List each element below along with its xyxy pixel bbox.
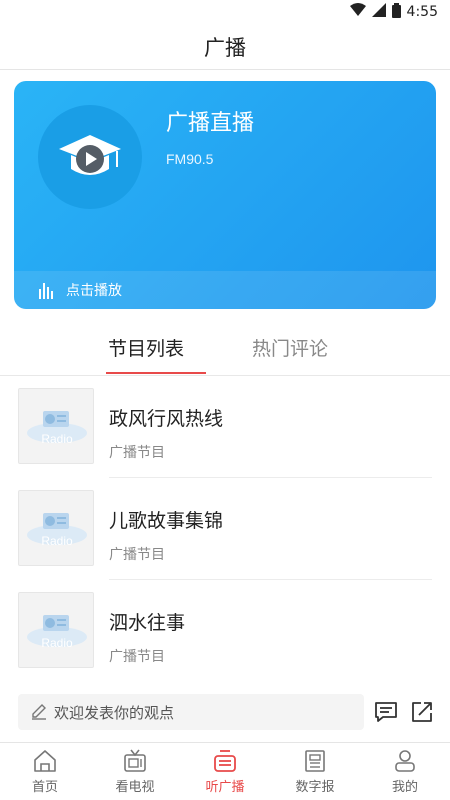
nav-label: 数字报 [295,780,335,795]
program-thumbnail: Radio [18,592,94,668]
nav-radio[interactable]: 听广播 [180,743,270,800]
page-title: 广播 [204,35,246,60]
comment-input[interactable]: 欢迎发表你的观点 [18,694,364,730]
radio-placeholder-icon: Radio [27,411,87,446]
play-label: 点击播放 [66,283,122,299]
comment-actions [374,700,434,728]
radio-placeholder-icon: Radio [27,615,87,650]
nav-label: 首页 [31,780,58,795]
program-title: 泗水往事 [109,612,186,634]
program-thumbnail: Radio [18,388,94,464]
live-title: 广播直播 [166,111,255,136]
station-logo [38,105,142,209]
program-list: Radio 政风行风热线 广播节目 Radio 儿歌故事集锦 广播节目 Radi… [0,386,450,692]
tv-icon [124,749,146,772]
graduation-cap-play-icon [59,135,121,175]
program-subtitle: 广播节目 [109,649,165,665]
list-item[interactable]: Radio 泗水往事 广播节目 [0,590,450,692]
radio-icon [214,750,236,772]
nav-label: 看电视 [115,780,155,795]
program-title: 政风行风热线 [109,408,224,430]
program-subtitle: 广播节目 [109,547,165,563]
signal-icon [371,3,386,21]
nav-home[interactable]: 首页 [0,743,90,800]
nav-tv[interactable]: 看电视 [90,743,180,800]
nav-profile[interactable]: 我的 [360,743,450,800]
status-time: 4:55 [406,4,438,20]
tab-bar: 节目列表 热门评论 [0,322,450,376]
comment-placeholder: 欢迎发表你的观点 [54,703,175,722]
wifi-icon [349,3,366,21]
active-tab-indicator [106,372,206,374]
pencil-icon [32,704,46,720]
list-item[interactable]: Radio 儿歌故事集锦 广播节目 [0,488,450,590]
divider [109,477,432,478]
share-button[interactable] [410,700,434,728]
battery-icon [391,2,401,22]
nav-label: 我的 [391,780,418,795]
live-frequency: FM90.5 [166,151,214,167]
bottom-nav: 首页 看电视 听广播 数字报 我的 [0,742,450,800]
live-radio-card[interactable]: 广播直播 FM90.5 点击播放 [14,81,436,309]
home-icon [34,750,56,772]
radio-placeholder-icon: Radio [27,513,87,548]
newspaper-icon [305,750,325,772]
audio-bars-icon [39,283,53,299]
divider [109,579,432,580]
thumb-text: Radio [41,432,73,446]
tab-program-list[interactable]: 节目列表 [108,334,184,361]
thumb-text: Radio [41,636,73,650]
program-title: 儿歌故事集锦 [109,510,224,532]
thumb-text: Radio [41,534,73,548]
list-item[interactable]: Radio 政风行风热线 广播节目 [0,386,450,488]
user-icon [395,750,415,772]
chat-icon [375,702,397,722]
nav-label: 听广播 [205,780,245,795]
status-bar: 4:55 [0,0,450,24]
comments-button[interactable] [374,700,398,728]
page-header: 广播 [0,24,450,70]
program-subtitle: 广播节目 [109,445,165,461]
nav-newspaper[interactable]: 数字报 [270,743,360,800]
tab-hot-comments[interactable]: 热门评论 [252,334,328,361]
share-icon [412,702,432,722]
play-button[interactable]: 点击播放 [14,271,436,309]
program-thumbnail: Radio [18,490,94,566]
